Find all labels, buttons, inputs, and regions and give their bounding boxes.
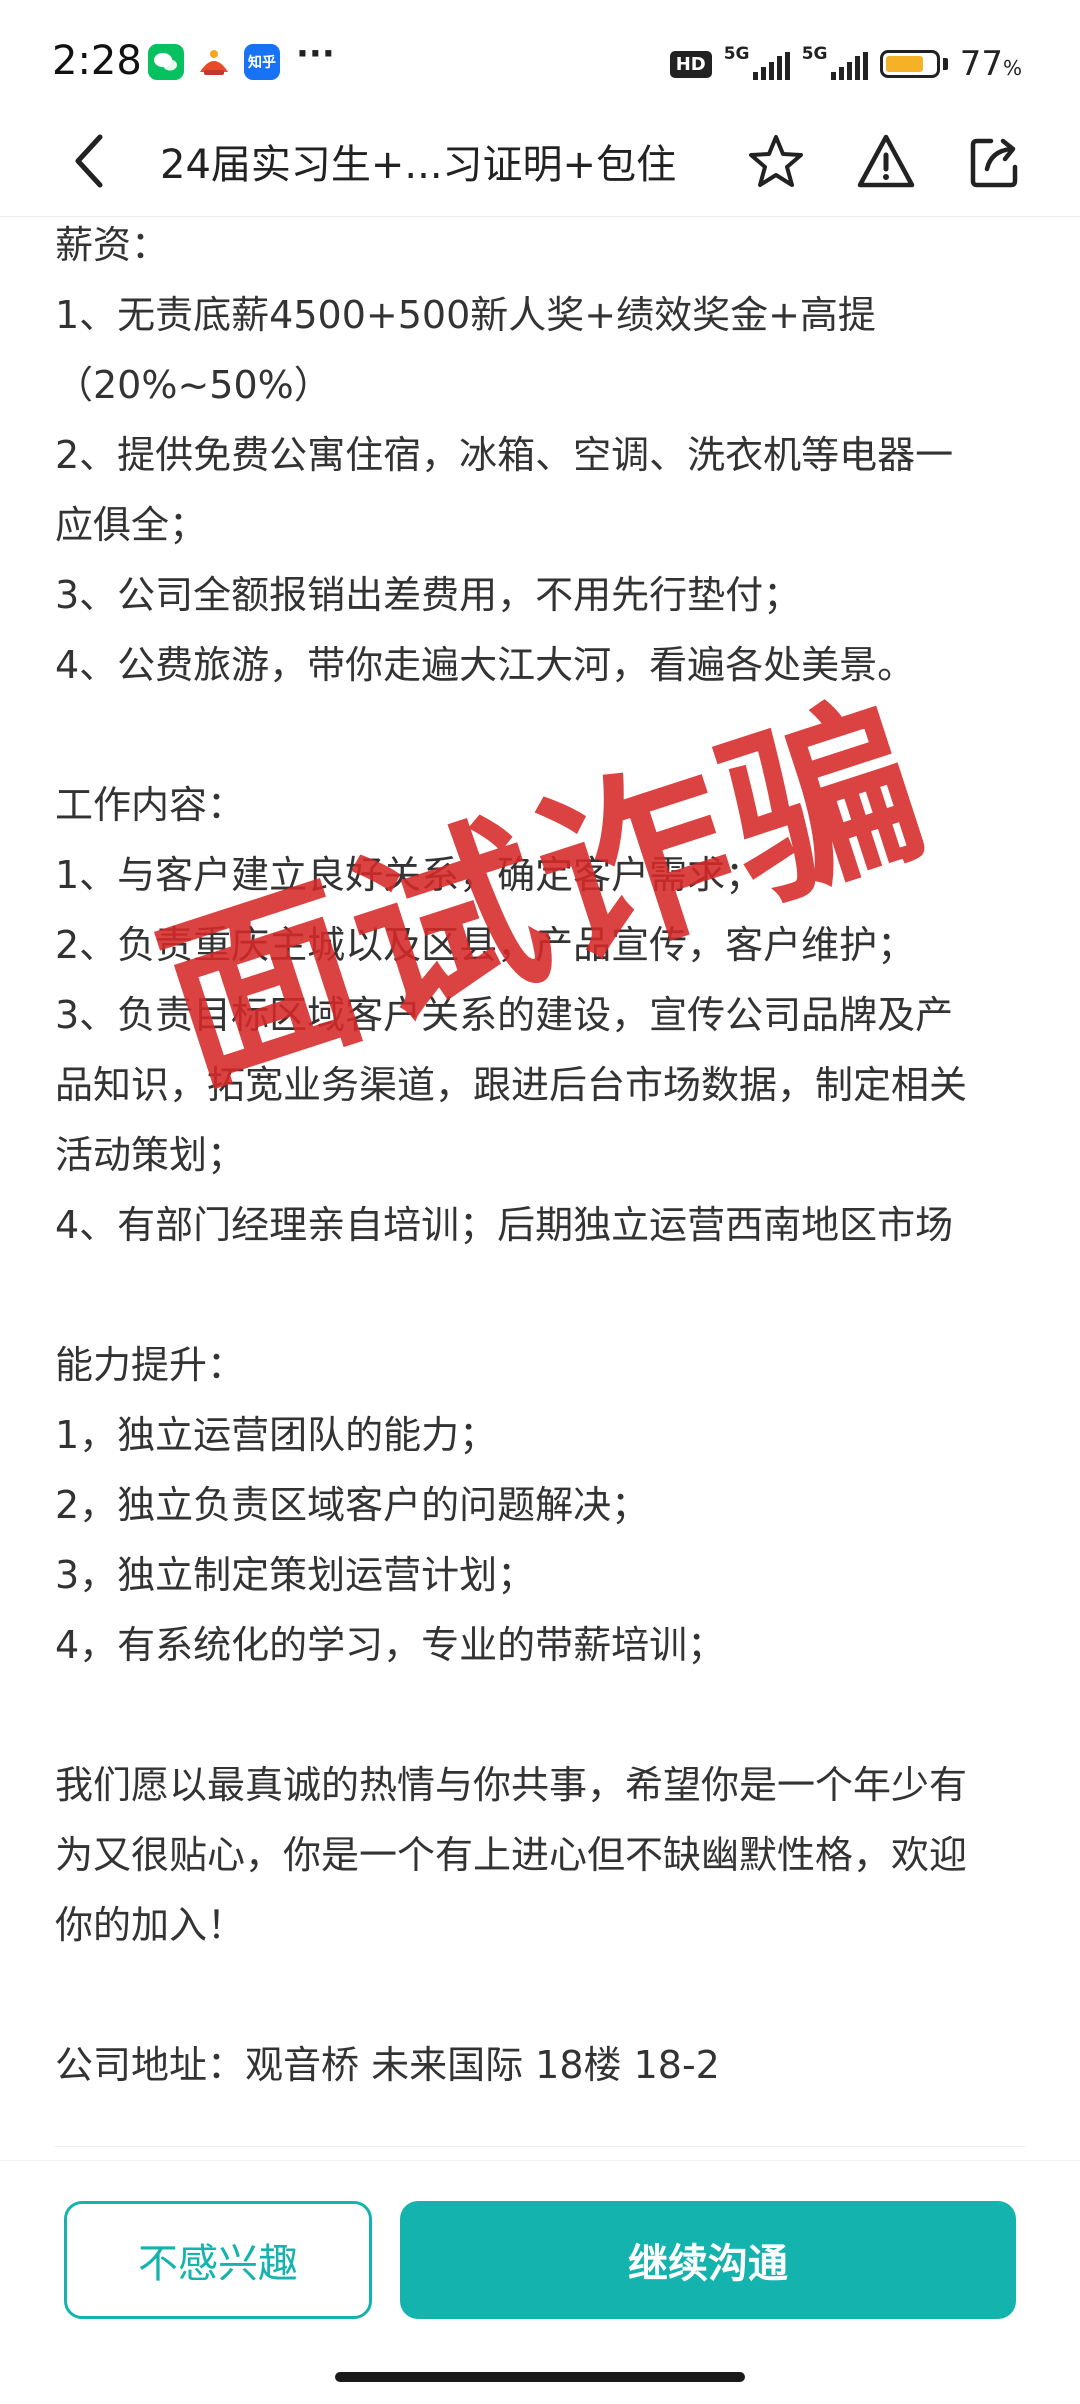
game-app-icon [196, 44, 232, 80]
favorite-button[interactable] [742, 128, 810, 196]
work-line: 品知识，拓宽业务渠道，跟进后台市场数据，制定相关 [55, 1063, 968, 1107]
ability-line: 1，独立运营团队的能力； [55, 1413, 498, 1457]
bottom-action-bar: 不感兴趣 继续沟通 [0, 2160, 1080, 2404]
salary-line: 3、公司全额报销出差费用，不用先行垫付； [55, 573, 802, 617]
work-line: 4、有部门经理亲自培训；后期独立运营西南地区市场 [55, 1203, 954, 1247]
status-time: 2:28 [52, 38, 142, 84]
zhihu-icon: 知乎 [244, 44, 280, 80]
ability-line: 3，独立制定策划运营计划； [55, 1553, 536, 1597]
continue-chat-button[interactable]: 继续沟通 [400, 2201, 1016, 2319]
job-description: 薪资： 1、无责底薪4500+500新人奖+绩效奖金+高提 （20%~50%） … [55, 210, 1035, 2100]
nav-header: 24届实习生+...习证明+包住 [0, 108, 1080, 217]
home-indicator[interactable] [335, 2372, 745, 2382]
salary-line: 应俱全； [55, 503, 208, 547]
share-icon [970, 138, 1018, 188]
share-button[interactable] [960, 128, 1028, 196]
report-button[interactable] [852, 128, 920, 196]
work-line: 1、与客户建立良好关系，确定客户需求； [55, 853, 764, 897]
signal-icon-2: 5G [802, 44, 868, 84]
closing-line: 你的加入！ [55, 1903, 246, 1947]
work-line: 3、负责目标区域客户关系的建设，宣传公司品牌及产 [55, 993, 954, 1037]
warning-icon [857, 134, 915, 188]
ability-line: 4，有系统化的学习，专业的带薪培训； [55, 1623, 726, 1667]
work-line: 2、负责重庆主城以及区县，产品宣传，客户维护； [55, 923, 916, 967]
salary-line: （20%~50%） [55, 363, 332, 407]
wechat-icon [148, 44, 184, 80]
salary-line: 1、无责底薪4500+500新人奖+绩效奖金+高提 [55, 293, 876, 337]
signal-icon-1: 5G [724, 44, 790, 84]
battery-icon [879, 50, 940, 78]
status-bar: 2:28 知乎 ··· HD 5G 5G 77% [0, 0, 1080, 120]
hd-icon: HD [669, 50, 712, 78]
battery-tip [942, 58, 948, 70]
chevron-left-icon [75, 134, 103, 188]
not-interested-button[interactable]: 不感兴趣 [64, 2201, 372, 2319]
salary-line: 2、提供免费公寓住宿，冰箱、空调、洗衣机等电器一 [55, 433, 954, 477]
back-button[interactable] [55, 126, 125, 196]
ability-line: 2，独立负责区域客户的问题解决； [55, 1483, 650, 1527]
work-heading: 工作内容： [55, 783, 246, 827]
page-title: 24届实习生+...习证明+包住 [160, 142, 677, 188]
battery-percent: 77% [959, 44, 1022, 84]
salary-heading: 薪资： [55, 223, 170, 267]
closing-line: 我们愿以最真诚的热情与你共事，希望你是一个年少有 [55, 1763, 968, 1807]
more-notifications-icon: ··· [296, 34, 335, 74]
salary-line: 4、公费旅游，带你走遍大江大河，看遍各处美景。 [55, 643, 916, 687]
company-address: 公司地址：观音桥 未来国际 18楼 18-2 [55, 2043, 720, 2087]
ability-heading: 能力提升： [55, 1343, 246, 1387]
closing-line: 为又很贴心，你是一个有上进心但不缺幽默性格，欢迎 [55, 1833, 968, 1877]
divider [55, 2146, 1025, 2147]
star-icon [749, 135, 803, 187]
work-line: 活动策划； [55, 1133, 246, 1177]
